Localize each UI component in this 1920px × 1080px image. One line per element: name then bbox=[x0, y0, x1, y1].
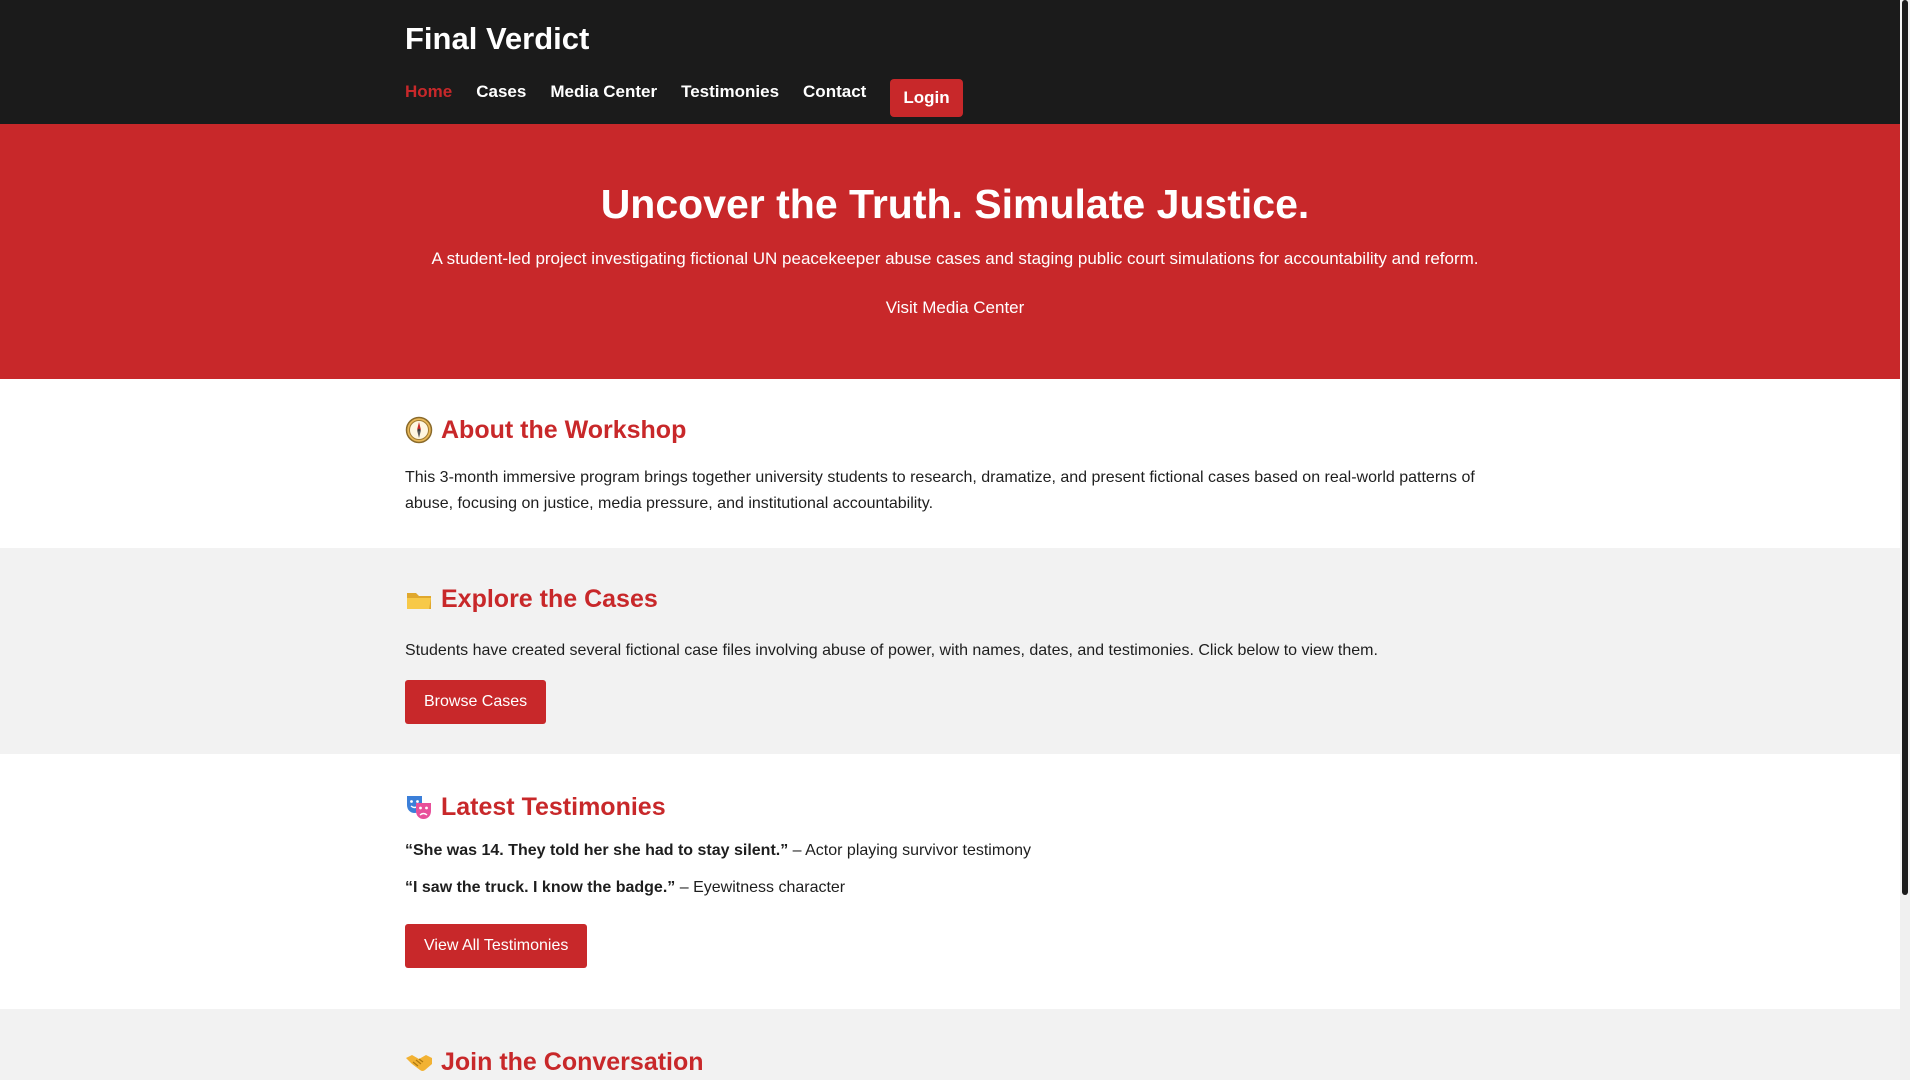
testimony-attribution: – Actor playing survivor testimony bbox=[788, 842, 1031, 859]
cases-section: Explore the Cases Students have created … bbox=[0, 548, 1910, 754]
about-text: This 3-month immersive program brings to… bbox=[405, 469, 1475, 512]
testimony-quote: “She was 14. They told her she had to st… bbox=[405, 838, 1495, 864]
nav-testimonies-link[interactable]: Testimonies bbox=[681, 82, 779, 102]
theater-masks-icon bbox=[405, 793, 433, 821]
nav-home-link[interactable]: Home bbox=[405, 82, 452, 102]
login-button[interactable]: Login bbox=[890, 79, 963, 117]
join-section: Join the Conversation bbox=[0, 1009, 1910, 1080]
scrollbar-thumb[interactable] bbox=[1902, 0, 1908, 895]
testimonies-title: Latest Testimonies bbox=[441, 793, 666, 821]
testimonies-heading: Latest Testimonies bbox=[405, 792, 1495, 822]
cases-title: Explore the Cases bbox=[441, 585, 658, 613]
hero-title: Uncover the Truth. Simulate Justice. bbox=[600, 181, 1310, 227]
site-header: Final Verdict Home Cases Media Center Te… bbox=[0, 0, 1910, 124]
compass-icon bbox=[405, 416, 433, 444]
testimony-quote-text: “I saw the truck. I know the badge.” bbox=[405, 879, 676, 896]
nav-cases-link[interactable]: Cases bbox=[476, 82, 526, 102]
join-title: Join the Conversation bbox=[441, 1048, 704, 1076]
about-heading: About the Workshop bbox=[405, 415, 1495, 445]
nav-contact-link[interactable]: Contact bbox=[803, 82, 866, 102]
main-nav: Home Cases Media Center Testimonies Cont… bbox=[405, 79, 1495, 117]
hero-subtitle: A student-led project investigating fict… bbox=[431, 249, 1479, 268]
page: Final Verdict Home Cases Media Center Te… bbox=[0, 0, 1910, 1080]
browse-cases-button[interactable]: Browse Cases bbox=[405, 680, 547, 724]
view-all-testimonies-button[interactable]: View All Testimonies bbox=[405, 924, 588, 968]
folder-icon bbox=[405, 585, 433, 613]
hero-section: Uncover the Truth. Simulate Justice. A s… bbox=[0, 124, 1910, 379]
handshake-icon bbox=[405, 1048, 433, 1076]
cases-heading: Explore the Cases bbox=[405, 584, 1495, 614]
visit-media-center-link[interactable]: Visit Media Center bbox=[886, 298, 1025, 318]
about-section: About the Workshop This 3-month immersiv… bbox=[0, 379, 1910, 548]
testimony-quote-text: “She was 14. They told her she had to st… bbox=[405, 842, 789, 859]
testimonies-section: Latest Testimonies “She was 14. They tol… bbox=[0, 754, 1910, 1009]
testimony-attribution: – Eyewitness character bbox=[675, 879, 846, 896]
testimony-quote: “I saw the truck. I know the badge.” – E… bbox=[405, 875, 1495, 901]
about-title: About the Workshop bbox=[441, 416, 687, 444]
site-title: Final Verdict bbox=[405, 21, 590, 56]
cases-text: Students have created several fictional … bbox=[405, 642, 1378, 659]
nav-media-center-link[interactable]: Media Center bbox=[550, 82, 657, 102]
page-scrollbar[interactable] bbox=[1900, 0, 1910, 1080]
join-heading: Join the Conversation bbox=[405, 1047, 1495, 1077]
